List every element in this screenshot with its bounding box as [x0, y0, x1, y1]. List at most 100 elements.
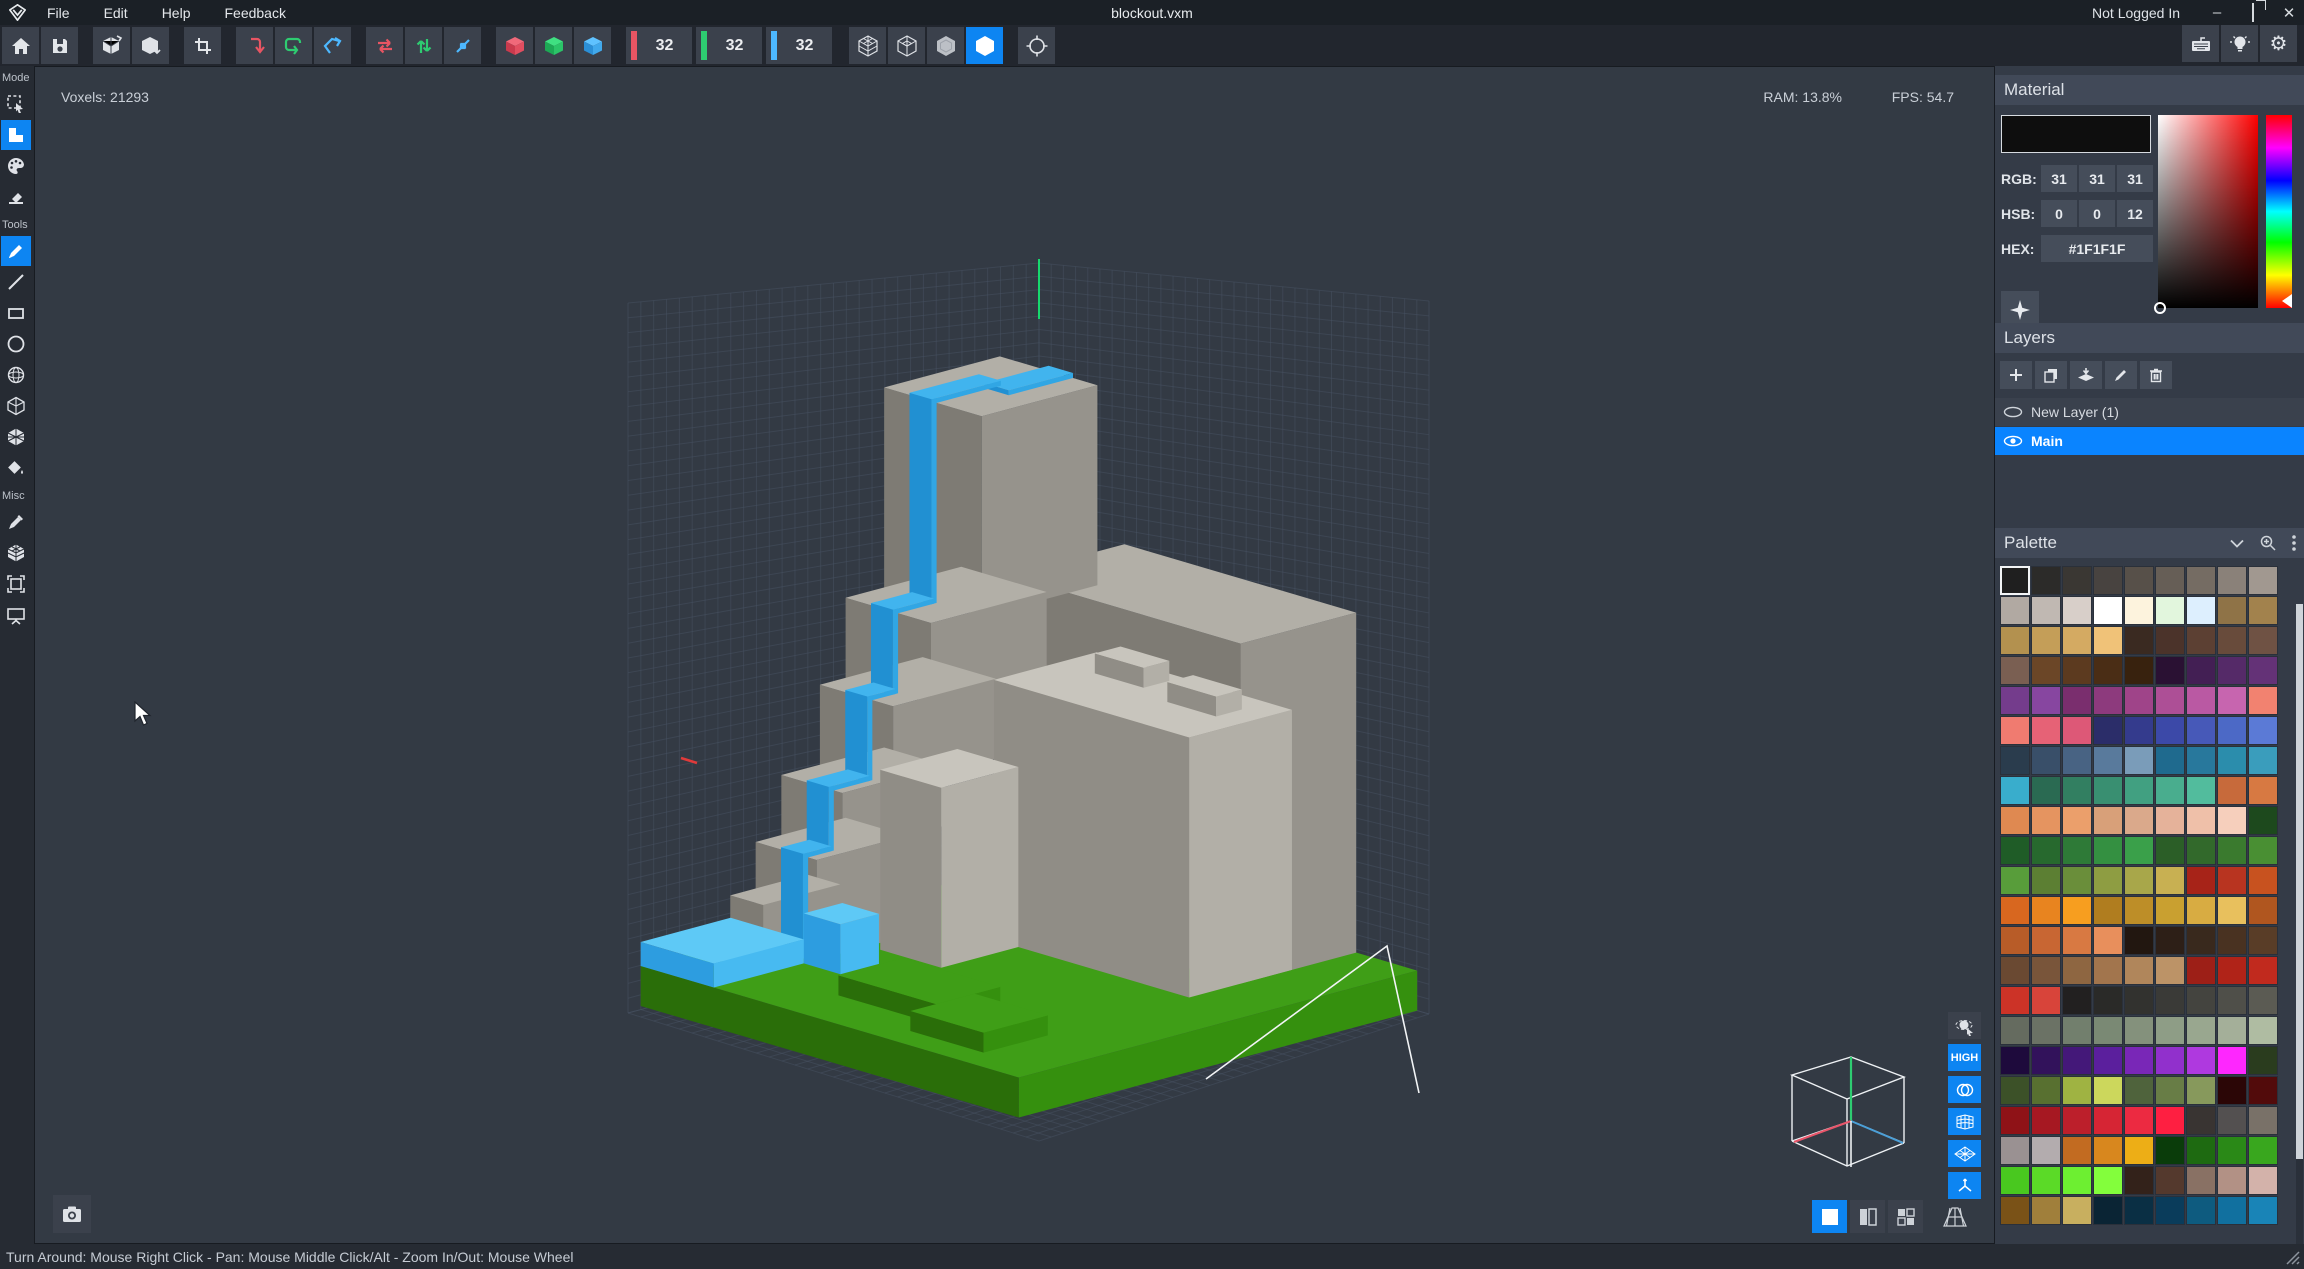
dimension-y-field[interactable]: 32: [696, 27, 762, 64]
render-quality-button[interactable]: HIGH: [1948, 1044, 1981, 1071]
palette-swatch[interactable]: [2217, 866, 2247, 895]
palette-swatch[interactable]: [2186, 1136, 2216, 1165]
palette-swatch[interactable]: [2062, 806, 2092, 835]
palette-swatch[interactable]: [2062, 1196, 2092, 1225]
orbit-mode-button[interactable]: [1948, 1012, 1981, 1039]
settings-button[interactable]: ⚙: [2260, 25, 2297, 62]
palette-swatch[interactable]: [2000, 1196, 2030, 1225]
palette-swatch[interactable]: [2186, 686, 2216, 715]
wall-grid-button[interactable]: [1948, 1108, 1981, 1135]
visibility-toggle-on-icon[interactable]: [1995, 435, 2031, 447]
palette-swatch[interactable]: [2062, 566, 2092, 595]
palette-swatch[interactable]: [2217, 836, 2247, 865]
palette-swatch[interactable]: [2062, 716, 2092, 745]
saturation-brightness-picker[interactable]: [2158, 115, 2258, 308]
palette-swatch[interactable]: [2062, 1016, 2092, 1045]
dimension-x-field[interactable]: 32: [626, 27, 692, 64]
recenter-button[interactable]: [1018, 27, 1055, 64]
palette-swatch[interactable]: [2000, 986, 2030, 1015]
palette-swatch[interactable]: [2062, 1166, 2092, 1195]
palette-swatch[interactable]: [2248, 1196, 2278, 1225]
ground-grid-button[interactable]: [1937, 1200, 1972, 1233]
pencil-tool-button[interactable]: [1, 236, 31, 266]
palette-swatch[interactable]: [2093, 566, 2123, 595]
palette-swatch[interactable]: [2062, 686, 2092, 715]
palette-swatch[interactable]: [2217, 1136, 2247, 1165]
palette-swatch[interactable]: [2124, 1136, 2154, 1165]
merge-layer-button[interactable]: [2070, 361, 2102, 389]
login-status[interactable]: Not Logged In: [2092, 5, 2180, 21]
navigation-cube[interactable]: [1779, 1053, 1909, 1178]
palette-swatch[interactable]: [2186, 866, 2216, 895]
box-split-tool-button[interactable]: [1, 422, 31, 452]
palette-swatch[interactable]: [2124, 1106, 2154, 1135]
palette-swatch[interactable]: [2186, 1076, 2216, 1105]
palette-swatch[interactable]: [2062, 746, 2092, 775]
collapse-icon[interactable]: [2230, 539, 2244, 548]
resize-canvas-button[interactable]: [1, 569, 31, 599]
palette-swatch[interactable]: [2062, 1046, 2092, 1075]
palette-swatch[interactable]: [2093, 656, 2123, 685]
palette-scrollbar[interactable]: [2296, 604, 2303, 1269]
palette-swatch[interactable]: [2217, 926, 2247, 955]
palette-swatch[interactable]: [2248, 1046, 2278, 1075]
palette-swatch[interactable]: [2000, 866, 2030, 895]
palette-swatch[interactable]: [2093, 1046, 2123, 1075]
axis-cube-z-button[interactable]: [574, 27, 611, 64]
menu-feedback[interactable]: Feedback: [207, 5, 302, 21]
palette-swatch[interactable]: [2155, 596, 2185, 625]
palette-swatch[interactable]: [2186, 926, 2216, 955]
palette-swatch[interactable]: [2217, 746, 2247, 775]
palette-swatch[interactable]: [2031, 746, 2061, 775]
palette-swatch[interactable]: [2093, 866, 2123, 895]
downscale-model-button[interactable]: [132, 27, 169, 64]
crop-button[interactable]: [184, 27, 221, 64]
palette-swatch[interactable]: [2155, 1136, 2185, 1165]
palette-swatch[interactable]: [2217, 1106, 2247, 1135]
palette-swatch[interactable]: [2031, 1016, 2061, 1045]
hsb-s-field[interactable]: 0: [2079, 200, 2115, 227]
palette-swatch[interactable]: [2031, 896, 2061, 925]
box-tool-button[interactable]: [1, 391, 31, 421]
palette-swatch[interactable]: [2155, 1196, 2185, 1225]
palette-swatch[interactable]: [2248, 1166, 2278, 1195]
palette-swatch[interactable]: [2062, 836, 2092, 865]
palette-swatch[interactable]: [2000, 896, 2030, 925]
palette-swatch[interactable]: [2186, 1166, 2216, 1195]
hsb-b-field[interactable]: 12: [2117, 200, 2153, 227]
palette-swatch[interactable]: [2000, 626, 2030, 655]
rename-layer-button[interactable]: [2105, 361, 2137, 389]
view-wireframe-button[interactable]: [888, 27, 925, 64]
palette-swatch[interactable]: [2124, 1076, 2154, 1105]
save-button[interactable]: [41, 27, 78, 64]
hints-button[interactable]: [2221, 25, 2258, 62]
shortcuts-button[interactable]: [2182, 25, 2219, 62]
sv-selector[interactable]: [2154, 302, 2166, 314]
palette-swatch[interactable]: [2248, 1106, 2278, 1135]
palette-swatch[interactable]: [2155, 956, 2185, 985]
palette-swatch[interactable]: [2248, 746, 2278, 775]
palette-swatch[interactable]: [2155, 986, 2185, 1015]
palette-swatch[interactable]: [2217, 956, 2247, 985]
palette-swatch[interactable]: [2248, 956, 2278, 985]
palette-swatch[interactable]: [2248, 986, 2278, 1015]
palette-swatch[interactable]: [2217, 1016, 2247, 1045]
palette-swatch[interactable]: [2124, 1196, 2154, 1225]
palette-swatch[interactable]: [2217, 686, 2247, 715]
palette-swatch[interactable]: [2155, 656, 2185, 685]
split-view-button[interactable]: [1850, 1200, 1885, 1233]
minimize-button[interactable]: –: [2208, 4, 2226, 21]
palette-swatch[interactable]: [2248, 626, 2278, 655]
palette-swatch[interactable]: [2124, 806, 2154, 835]
paint-mode-button[interactable]: [1, 151, 31, 181]
palette-swatch[interactable]: [2155, 1046, 2185, 1075]
palette-swatch[interactable]: [2000, 686, 2030, 715]
add-layer-button[interactable]: [2000, 361, 2032, 389]
palette-swatch[interactable]: [2062, 596, 2092, 625]
palette-swatch[interactable]: [2217, 776, 2247, 805]
palette-swatch[interactable]: [2031, 866, 2061, 895]
palette-swatch[interactable]: [2093, 1076, 2123, 1105]
palette-swatch[interactable]: [2031, 566, 2061, 595]
palette-swatch[interactable]: [2217, 806, 2247, 835]
rgb-r-field[interactable]: 31: [2041, 165, 2077, 192]
